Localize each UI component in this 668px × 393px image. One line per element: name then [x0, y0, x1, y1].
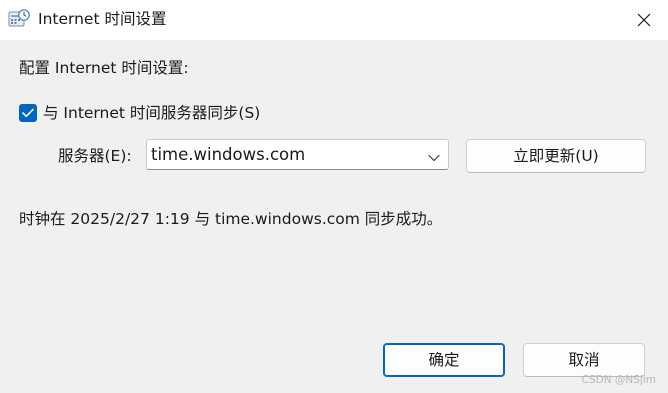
sync-checkbox-label[interactable]: 与 Internet 时间服务器同步(S) — [43, 102, 260, 124]
server-combobox[interactable]: time.windows.com — [146, 139, 449, 170]
sync-status-text: 时钟在 2025/2/27 1:19 与 time.windows.com 同步… — [19, 210, 443, 228]
sync-checkbox-row[interactable]: 与 Internet 时间服务器同步(S) — [19, 102, 260, 124]
watermark: CSDN @NSjim — [581, 374, 656, 386]
section-label: 配置 Internet 时间设置: — [19, 59, 189, 77]
title-bar[interactable]: Internet 时间设置 — [0, 0, 668, 40]
server-combobox-value[interactable]: time.windows.com — [151, 144, 305, 166]
cancel-button[interactable]: 取消 — [523, 343, 645, 377]
close-icon — [637, 13, 651, 27]
checkmark-icon — [22, 108, 34, 118]
close-button[interactable] — [626, 4, 662, 36]
window-title: Internet 时间设置 — [38, 10, 167, 28]
chevron-down-icon[interactable] — [427, 149, 441, 162]
ok-button[interactable]: 确定 — [383, 343, 505, 377]
control-panel-clock-icon — [8, 8, 30, 30]
internet-time-settings-dialog: Internet 时间设置 配置 Internet 时间设置: 与 Intern… — [0, 0, 668, 393]
update-now-button[interactable]: 立即更新(U) — [466, 139, 646, 173]
sync-checkbox[interactable] — [19, 104, 37, 122]
server-label: 服务器(E): — [58, 147, 132, 165]
